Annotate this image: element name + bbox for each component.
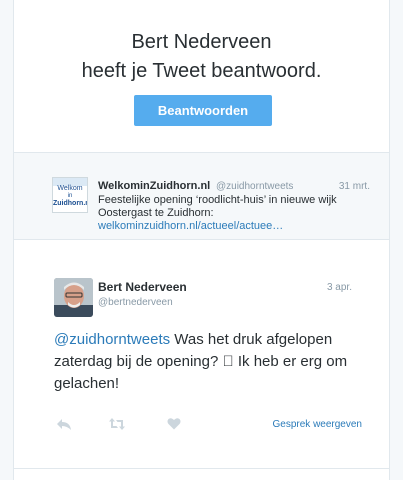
- notification-card: Bert Nederveen heeft je Tweet beantwoord…: [13, 0, 390, 480]
- quoted-author-handle[interactable]: @zuidhorntweets: [216, 181, 293, 192]
- avatar-photo-icon: [54, 278, 93, 317]
- headline-action: heeft je Tweet beantwoord.: [81, 60, 322, 82]
- reply-author-avatar[interactable]: [54, 278, 93, 317]
- reply-author-handle[interactable]: @bertnederveen: [98, 297, 173, 308]
- retweet-icon[interactable]: [108, 417, 125, 431]
- quoted-avatar[interactable]: Welkom in Zuidhorn.nl: [52, 177, 88, 213]
- quoted-tweet[interactable]: Welkom in Zuidhorn.nl WelkominZuidhorn.n…: [14, 152, 389, 240]
- heart-icon[interactable]: [167, 417, 183, 431]
- quoted-link[interactable]: welkominzuidhorn.nl/actueel/actuee…: [98, 220, 283, 232]
- reply-author-name[interactable]: Bert Nederveen: [98, 280, 187, 294]
- reply-timestamp[interactable]: 3 apr.: [327, 282, 352, 293]
- reply-button[interactable]: Beantwoorden: [134, 95, 272, 126]
- view-conversation-link[interactable]: Gesprek weergeven: [273, 419, 363, 430]
- divider: [14, 468, 389, 469]
- mention-link[interactable]: @zuidhorntweets: [54, 331, 170, 348]
- reply-icon[interactable]: [56, 417, 72, 431]
- notification-headline: Bert Nederveen heeft je Tweet beantwoord…: [14, 28, 389, 86]
- quoted-text: Feestelijke opening ‘roodlicht-huis’ in …: [98, 194, 337, 219]
- avatar-text-line: Zuidhorn.nl: [53, 200, 88, 207]
- avatar-text-line: Welkom: [57, 185, 83, 192]
- tweet-actions: Gesprek weergeven: [54, 415, 374, 435]
- notification-header: Bert Nederveen heeft je Tweet beantwoord…: [14, 0, 389, 150]
- headline-author: Bert Nederveen: [131, 31, 272, 53]
- reply-text: @zuidhorntweets Was het druk afgelopen z…: [54, 329, 374, 395]
- avatar-text-line: in: [67, 193, 73, 199]
- quoted-timestamp[interactable]: 31 mrt.: [339, 181, 370, 192]
- quoted-author-name[interactable]: WelkominZuidhorn.nl: [98, 180, 210, 192]
